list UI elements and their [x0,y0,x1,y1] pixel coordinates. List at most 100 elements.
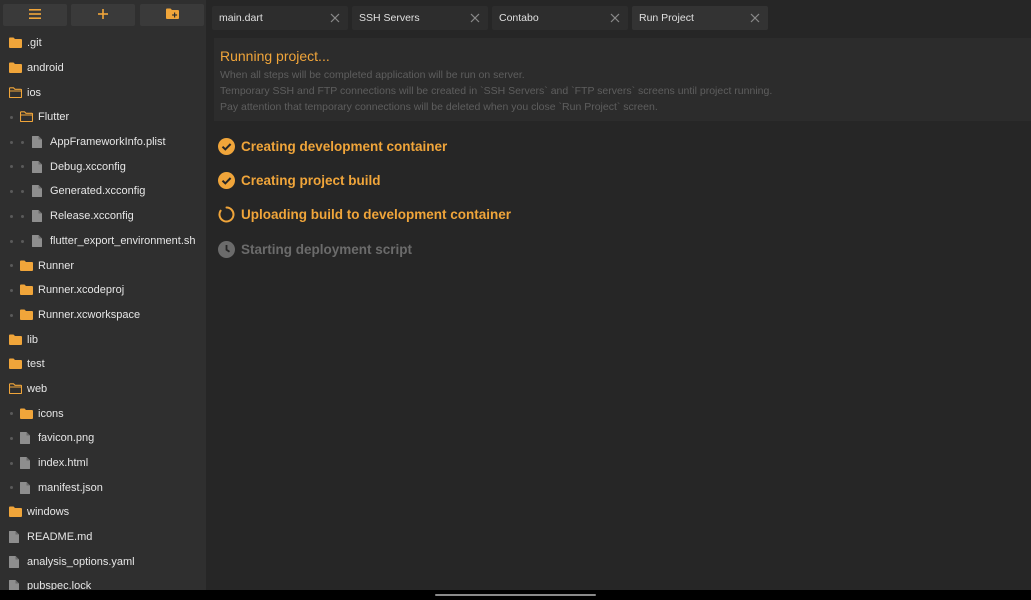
tree-folder[interactable]: windows [0,500,206,525]
info-line-3: Pay attention that temporary connections… [220,101,658,113]
tab-run-project[interactable]: Run Project [632,6,768,30]
home-indicator[interactable] [435,594,596,596]
folder-icon [20,284,33,296]
step-done: Creating project build [218,170,381,190]
tree-file[interactable]: flutter_export_environment.sh [0,229,206,254]
tab-main-dart[interactable]: main.dart [212,6,348,30]
tree-folder[interactable]: Runner.xcodeproj [0,278,206,303]
indent-guide [21,190,24,194]
tree-folder[interactable]: Flutter [0,105,206,130]
folder-icon [20,260,33,272]
info-line-1: When all steps will be completed applica… [220,69,525,81]
tree-file[interactable]: manifest.json [0,475,206,500]
tree-folder[interactable]: Runner.xcworkspace [0,303,206,328]
indent-guide [10,190,13,194]
indent-guide [10,461,13,465]
tree-item-label: Flutter [38,111,70,124]
close-icon[interactable] [750,13,760,23]
tree-item-label: .git [27,37,42,50]
tree-item-label: android [27,62,64,75]
tree-file[interactable]: Debug.xcconfig [0,154,206,179]
tree-item-label: icons [38,407,64,420]
close-icon[interactable] [470,13,480,23]
tab-label: Contabo [499,12,539,24]
file-icon [9,555,22,568]
app-window: .git android ios Flutter AppFrameworkInfo.pl… [0,0,1031,600]
add-folder-button[interactable] [140,4,204,26]
tree-folder[interactable]: lib [0,327,206,352]
folder-open-icon [9,383,22,395]
tree-folder[interactable]: Runner [0,253,206,278]
file-tree: .git android ios Flutter AppFrameworkInfo.pl… [0,31,206,590]
tree-file[interactable]: README.md [0,525,206,550]
file-icon [32,234,45,247]
file-icon [32,185,45,198]
sidebar-toolbar [0,0,206,30]
tree-item-label: AppFrameworkInfo.plist [50,136,166,149]
tree-file[interactable]: Release.xcconfig [0,204,206,229]
clock-icon [218,240,235,258]
tree-item-label: flutter_export_environment.sh [50,234,196,247]
folder-icon [9,37,22,49]
tree-item-label: ios [27,86,42,99]
menu-button[interactable] [3,4,67,26]
tree-folder[interactable]: web [0,377,206,402]
file-icon [32,160,45,173]
indent-guide [10,140,13,144]
step-label: Creating development container [241,138,448,154]
check-circle-icon [218,137,235,155]
indent-guide [10,165,13,169]
tree-item-label: Runner.xcworkspace [38,308,141,321]
tab-contabo[interactable]: Contabo [492,6,628,30]
tree-file[interactable]: index.html [0,451,206,476]
indent-guide [21,140,24,144]
file-icon [20,481,33,494]
tree-file[interactable]: analysis_options.yaml [0,549,206,574]
tree-item-label: web [27,382,48,395]
indent-guide [10,437,13,440]
step-pending: Starting deployment script [218,239,412,259]
step-done: Creating development container [218,136,447,156]
close-icon[interactable] [330,13,340,23]
file-icon [20,432,33,445]
tree-item-label: windows [27,506,70,519]
folder-icon [9,62,22,74]
tree-file[interactable]: favicon.png [0,426,206,451]
tree-item-label: lib [27,333,39,346]
check-circle-icon [218,171,235,189]
folder-icon [20,408,33,420]
indent-guide [10,264,13,268]
indent-guide [21,165,24,169]
tree-item-label: test [27,358,45,371]
indent-guide [10,288,13,292]
new-folder-icon [165,6,179,24]
tree-item-label: Release.xcconfig [50,210,134,223]
add-file-button[interactable] [71,4,135,26]
indent-guide [10,239,13,243]
step-label: Starting deployment script [241,241,413,257]
file-icon [9,531,22,544]
folder-icon [9,358,22,370]
indent-guide [10,214,13,218]
tree-item-label: manifest.json [38,481,103,494]
close-icon[interactable] [610,13,620,23]
menu-icon [29,6,41,24]
tree-folder[interactable]: icons [0,401,206,426]
tree-file[interactable]: pubspec.lock [0,574,206,590]
tree-item-label: favicon.png [38,432,95,445]
file-icon [9,580,22,590]
indent-guide [21,239,24,243]
tree-file[interactable]: AppFrameworkInfo.plist [0,130,206,155]
tab-ssh-servers[interactable]: SSH Servers [352,6,488,30]
tree-folder[interactable]: .git [0,31,206,56]
main-panel: main.dart SSH Servers Contabo Run Project R… [206,0,1031,590]
tree-file[interactable]: Generated.xcconfig [0,179,206,204]
tree-item-label: README.md [27,531,93,544]
indent-guide [10,486,13,490]
indent-guide [21,214,24,218]
tree-folder[interactable]: test [0,352,206,377]
tree-folder[interactable]: ios [0,80,206,105]
tree-folder[interactable]: android [0,56,206,81]
file-explorer-sidebar: .git android ios Flutter AppFrameworkInfo.pl… [0,0,206,590]
folder-icon [9,334,22,346]
